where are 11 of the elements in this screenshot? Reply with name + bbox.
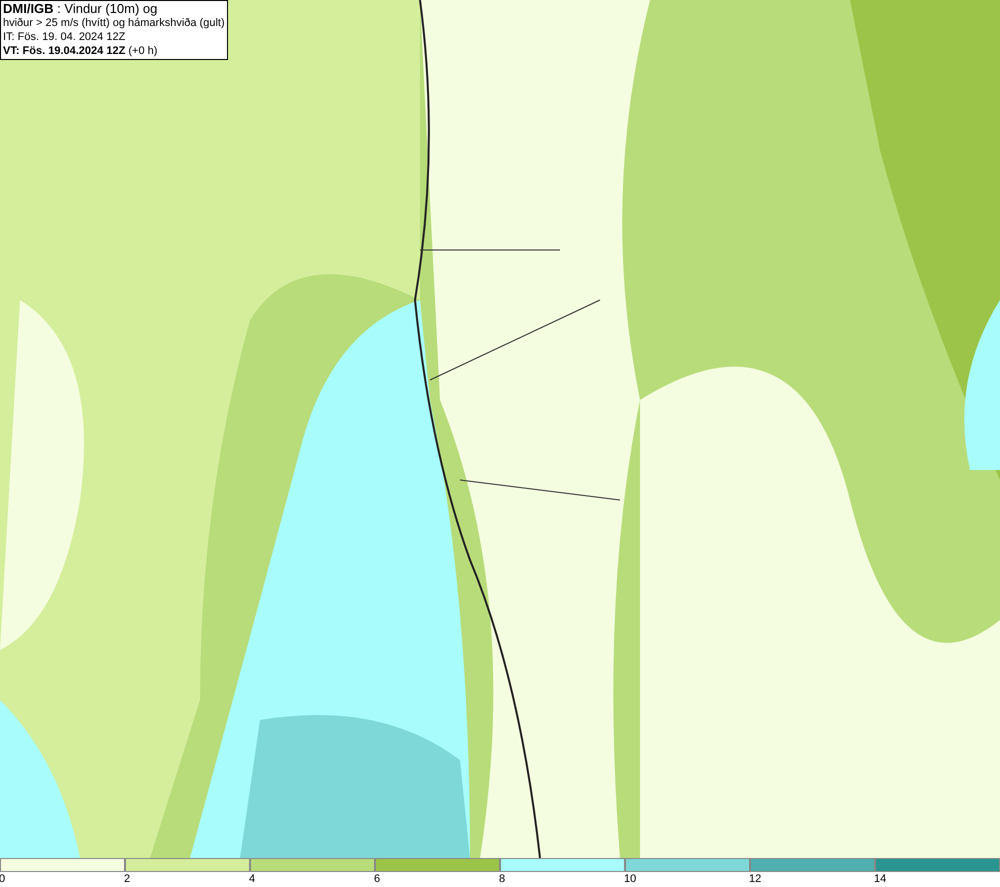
legend-label: 6 bbox=[374, 872, 380, 886]
legend-label: 8 bbox=[499, 872, 506, 886]
info-line: IT: Fös. 19. 04. 2024 12Z bbox=[3, 30, 126, 44]
legend-label: 4 bbox=[249, 872, 256, 886]
legend-label: 10 bbox=[624, 872, 636, 886]
info-line: hviður > 25 m/s (hvítt) og hámarkshviða (gult) bbox=[3, 16, 225, 30]
legend-label: 12 bbox=[749, 872, 762, 886]
info-line: VT: Fös. 19.04.2024 12Z (+0 h) bbox=[3, 44, 158, 58]
legend-label: 14 bbox=[874, 872, 886, 886]
legend-label: 2 bbox=[124, 872, 130, 886]
info-line: DMI/IGB : Vindur (10m) og bbox=[3, 2, 158, 16]
